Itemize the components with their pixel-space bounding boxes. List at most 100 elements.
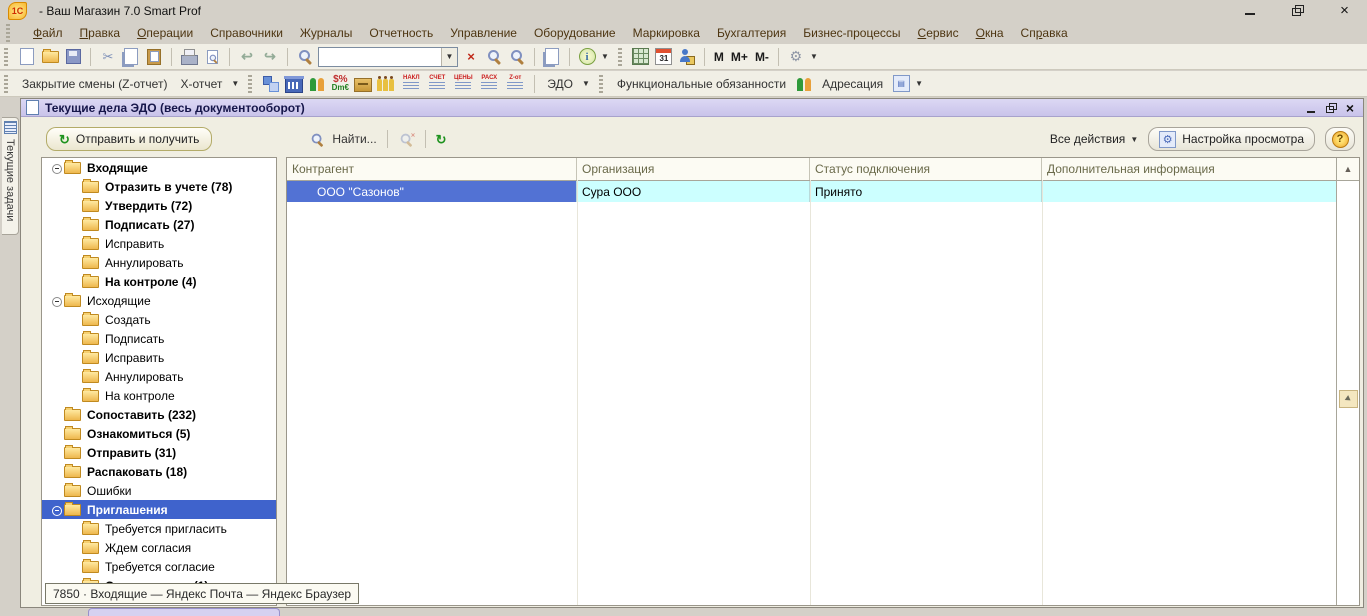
stamp-icon-РАСХ[interactable]: РАСХ [477,75,501,93]
tree-item[interactable]: Подписать (27) [42,215,276,234]
search-combobox[interactable]: ▼ [318,47,458,67]
table-cell[interactable] [1042,181,1339,202]
expander-icon[interactable] [50,503,64,517]
user-permissions-icon[interactable] [677,47,697,67]
info-dropdown-icon[interactable]: ▼ [601,52,609,61]
addressing-button[interactable]: Адресация [817,77,888,91]
clear-search-icon[interactable]: × [461,47,481,67]
service-wrench-icon[interactable]: ⚙ [786,47,806,67]
wrench-dropdown-icon[interactable]: ▼ [810,52,818,61]
tree-item[interactable]: Исправить [42,348,276,367]
functional-duties-button[interactable]: Функциональные обязанности [612,77,791,91]
print-icon[interactable] [179,47,199,67]
table-cell[interactable]: Сура ООО [577,181,810,202]
menu-item[interactable]: Бизнес-процессы [803,26,900,40]
menu-item[interactable]: Оборудование [534,26,616,40]
edo-button[interactable]: ЭДО [542,77,578,91]
partners-icon[interactable] [307,74,327,94]
expander-icon[interactable] [50,161,64,175]
tree-item[interactable]: Распаковать (18) [42,462,276,481]
shop-toolbar-gripper-2[interactable] [248,75,252,93]
cut-icon[interactable]: ✂ [98,47,118,67]
close-button[interactable]: × [1338,4,1351,17]
menu-item[interactable]: Маркировка [633,26,700,40]
column-header[interactable]: Дополнительная информация [1042,158,1339,180]
tree-item[interactable]: Аннулировать [42,367,276,386]
tree-item[interactable]: Ошибки [42,481,276,500]
send-receive-button[interactable]: ↻ Отправить и получить [46,127,212,151]
tree-item[interactable]: На контроле (4) [42,272,276,291]
restore-button[interactable] [1291,4,1304,17]
redo-icon[interactable]: ↪ [260,47,280,67]
table-cell[interactable]: Принято [810,181,1042,202]
menu-item[interactable]: Сервис [918,26,959,40]
table-scrollbar-strip[interactable]: ▲ [1336,158,1359,605]
help-button[interactable]: ? [1325,127,1355,151]
info-icon[interactable]: i [577,47,597,67]
window-restore-button[interactable] [1325,102,1337,114]
find-button[interactable]: Найти... [332,132,376,146]
column-header[interactable]: Организация [577,158,810,180]
tree-item[interactable]: Отразить в учете (78) [42,177,276,196]
addressing-icon[interactable]: ▤ [891,74,911,94]
x-report-button[interactable]: Х-отчет [175,77,227,91]
table-row[interactable]: ООО "Сазонов"Сура ОООПринято [287,181,1359,202]
tree-item[interactable]: Ждем согласия [42,538,276,557]
m-plus-button[interactable]: M+ [729,50,750,64]
paste-icon[interactable] [144,47,164,67]
menu-item[interactable]: Файл [33,26,63,40]
addressing-dropdown-icon[interactable]: ▼ [915,79,923,88]
copy-pages-icon[interactable] [542,47,562,67]
find-next-icon[interactable] [484,47,504,67]
m-button[interactable]: M [712,50,726,64]
employees-icon[interactable] [376,74,396,94]
edo-dropdown-icon[interactable]: ▼ [582,79,590,88]
m-minus-button[interactable]: M- [753,50,771,64]
stamp-icon-Z-от[interactable]: Z-от [503,75,527,93]
tree-item[interactable]: Создать [42,310,276,329]
stamp-icon-ЦЕНЫ[interactable]: ЦЕНЫ [451,75,475,93]
scroll-marker-button[interactable] [1339,390,1358,408]
find-previous-icon[interactable] [507,47,527,67]
window-close-button[interactable]: × [1344,102,1356,114]
find-icon[interactable] [295,47,315,67]
undo-icon[interactable]: ↩ [237,47,257,67]
sort-indicator-icon[interactable]: ▲ [1337,158,1359,181]
clear-find-icon[interactable]: × [399,131,414,146]
minimize-button[interactable] [1244,4,1257,17]
column-header[interactable]: Контрагент [287,158,577,180]
tree-item[interactable]: Требуется пригласить [42,519,276,538]
tree-item[interactable]: Исходящие [42,291,276,310]
tree-item[interactable]: Ознакомиться (5) [42,424,276,443]
menu-item[interactable]: Бухгалтерия [717,26,786,40]
menu-item[interactable]: Управление [450,26,517,40]
menu-item[interactable]: Справка [1021,26,1068,40]
table-cell[interactable]: ООО "Сазонов" [287,181,577,202]
components-icon[interactable] [261,74,281,94]
stamp-icon-НАКЛ[interactable]: НАКЛ [399,75,423,93]
toolbar-gripper[interactable] [4,48,8,66]
calculator-icon[interactable] [631,47,651,67]
view-settings-button[interactable]: ⚙ Настройка просмотра [1148,127,1315,151]
shop-toolbar-gripper-3[interactable] [599,75,603,93]
tree-item[interactable]: Исправить [42,234,276,253]
reports-dropdown-icon[interactable]: ▼ [231,79,239,88]
expander-icon[interactable] [50,294,64,308]
edo-window-title-bar[interactable]: Текущие дела ЭДО (весь документооборот) … [21,99,1363,117]
tree-item[interactable]: Требуется согласие [42,557,276,576]
toolbar-gripper-2[interactable] [618,48,622,66]
window-minimize-button[interactable] [1306,102,1318,114]
close-shift-button[interactable]: Закрытие смены (Z-отчет) [17,77,172,91]
calendar-icon[interactable]: 31 [654,47,674,67]
tree-item[interactable]: Сопоставить (232) [42,405,276,424]
shop-toolbar-gripper[interactable] [4,75,8,93]
tree-item[interactable]: Отправить (31) [42,443,276,462]
save-icon[interactable] [63,47,83,67]
copy-icon[interactable] [121,47,141,67]
menu-gripper[interactable] [6,24,10,42]
print-preview-icon[interactable] [202,47,222,67]
currencies-icon[interactable]: $%Dm€ [330,74,350,94]
tree-item[interactable]: На контроле [42,386,276,405]
documents-drawer-icon[interactable] [353,74,373,94]
functional-duties-icon[interactable] [794,74,814,94]
